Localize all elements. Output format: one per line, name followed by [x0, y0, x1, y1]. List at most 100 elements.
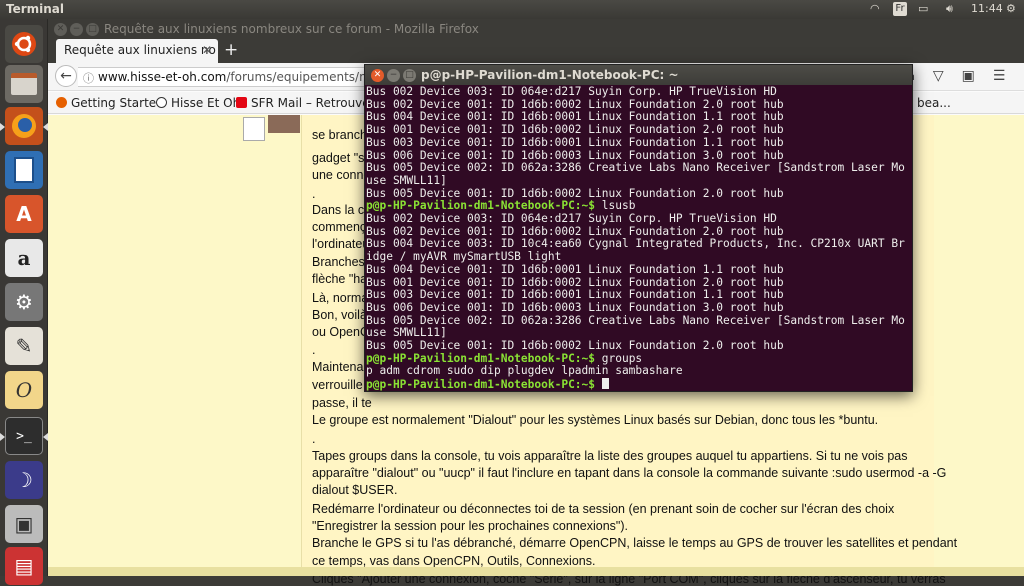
shell-command: lsusb: [595, 199, 636, 213]
shell-prompt: p@p-HP-Pavilion-dm1-Notebook-PC:~$: [366, 351, 596, 365]
terminal-titlebar: ✕ − □ p@p-HP-Pavilion-dm1-Notebook-PC: ~: [365, 65, 912, 85]
maximize-icon[interactable]: □: [86, 23, 99, 36]
output-text: Bus 006 Device 001: ID 1d6b:0003 Linux F…: [366, 148, 784, 162]
post-text-line: Le groupe est normalement "Dialout" pour…: [312, 413, 879, 427]
output-text: Bus 002 Device 001: ID 1d6b:0002 Linux F…: [366, 224, 784, 238]
files-icon[interactable]: [5, 65, 43, 103]
terminal-output[interactable]: Bus 002 Device 003: ID 064e:d217 Suyin C…: [366, 86, 912, 391]
toolbar-icons: ⌂▽▣☰: [906, 68, 1023, 84]
post-text-line: ou OpenC: [312, 325, 369, 339]
post-text-line: passe, il te: [312, 396, 372, 410]
screenshot-icon[interactable]: ▣: [5, 505, 43, 543]
shell-command: [595, 378, 602, 391]
libreoffice-draw-icon[interactable]: O: [5, 371, 43, 409]
night-sky-icon[interactable]: ☽: [5, 461, 43, 499]
post-text-line: Tapes groups dans la console, tu vois ap…: [312, 449, 908, 463]
volume-icon[interactable]: 🔊︎: [946, 2, 953, 16]
minimize-icon[interactable]: −: [70, 23, 83, 36]
output-text: Bus 003 Device 001: ID 1d6b:0001 Linux F…: [366, 288, 784, 302]
post-text-line: Bon, voilà: [312, 308, 367, 322]
bookmark-item[interactable]: Hisse Et Oh: [156, 96, 240, 110]
output-text: use SMWLL11]: [366, 173, 447, 187]
post-text-line: .: [312, 432, 316, 446]
output-text: Bus 003 Device 001: ID 1d6b:0001 Linux F…: [366, 135, 784, 149]
output-text: Bus 002 Device 001: ID 1d6b:0002 Linux F…: [366, 97, 784, 111]
bookmark-item[interactable]: Getting Started: [56, 96, 164, 110]
site-info-icon[interactable]: ⓘ: [83, 70, 94, 86]
pocket-icon[interactable]: ▽: [933, 68, 962, 84]
hisse-et-oh-favicon-icon: [156, 97, 167, 108]
terminal-title: p@p-HP-Pavilion-dm1-Notebook-PC: ~: [421, 68, 679, 82]
libreoffice-writer-icon[interactable]: [5, 151, 43, 189]
tab-strip: Requête aux linuxiens no ✕ +: [48, 39, 1024, 63]
post-text-line: .: [312, 187, 316, 201]
post-text-line: Branche le GPS si tu l'as débranché, dém…: [312, 536, 958, 550]
toolbox-icon[interactable]: ▤: [5, 547, 43, 585]
battery-icon[interactable]: ▭: [918, 2, 928, 15]
club-badge-icon: [243, 117, 265, 141]
output-text: Bus 004 Device 001: ID 1d6b:0001 Linux F…: [366, 262, 784, 276]
output-text: Bus 002 Device 003: ID 064e:d217 Suyin C…: [366, 86, 777, 98]
terminal-window[interactable]: ✕ − □ p@p-HP-Pavilion-dm1-Notebook-PC: ~…: [364, 64, 913, 392]
menu-icon[interactable]: ☰: [993, 68, 1024, 84]
amazon-icon[interactable]: a: [5, 239, 43, 277]
post-text-line: dialout $USER.: [312, 483, 398, 497]
output-text: Bus 005 Device 002: ID 062a:3286 Creativ…: [366, 313, 905, 327]
top-panel: Terminal ◠ Fr ▭ 🔊︎ 11:44 ⚙: [0, 0, 1024, 19]
post-text-line: Maintenan: [312, 360, 371, 374]
tab-active[interactable]: Requête aux linuxiens no ✕: [56, 39, 218, 63]
shell-prompt: p@p-HP-Pavilion-dm1-Notebook-PC:~$: [366, 199, 596, 213]
close-icon[interactable]: ✕: [54, 23, 67, 36]
sfr-favicon-icon: [236, 97, 247, 108]
post-text-line: "Enregistrer la session pour les prochai…: [312, 519, 628, 533]
keyboard-layout-indicator[interactable]: Fr: [893, 2, 907, 16]
post-text-line: Redémarre l'ordinateur ou déconnectes to…: [312, 502, 895, 516]
output-text: Bus 005 Device 002: ID 062a:3286 Creativ…: [366, 161, 905, 175]
post-text-line: Branches l: [312, 255, 372, 269]
window-title: Requête aux linuxiens nombreux sur ce fo…: [104, 22, 479, 36]
output-text: p adm cdrom sudo dip plugdev lpadmin sam…: [366, 364, 683, 378]
url-bar[interactable]: ⓘ www.hisse-et-oh.com/forums/equipements…: [78, 67, 378, 87]
shell-command: groups: [595, 351, 643, 365]
bookmark-item[interactable]: bea...: [917, 96, 951, 110]
clock[interactable]: 11:44: [971, 2, 1003, 15]
terminal-prompt-line: p@p-HP-Pavilion-dm1-Notebook-PC:~$: [366, 378, 609, 391]
tab-title: Requête aux linuxiens no: [64, 43, 216, 57]
terminal-icon[interactable]: >_: [5, 417, 43, 455]
software-center-icon[interactable]: A: [5, 195, 43, 233]
system-settings-icon[interactable]: ⚙: [5, 283, 43, 321]
ubuntu-dash-icon[interactable]: [5, 25, 43, 63]
post-text-line: une conne: [312, 168, 371, 182]
wifi-icon[interactable]: ◠: [870, 2, 880, 15]
page-left-margin: [48, 115, 248, 576]
terminal-output-line: p adm cdrom sudo dip plugdev lpadmin sam…: [366, 365, 683, 378]
post-text-line: apparaître "dialout" ou "uucp" il faut l…: [312, 466, 947, 480]
post-text-line: verrouille t: [312, 378, 370, 392]
output-text: Bus 005 Device 001: ID 1d6b:0002 Linux F…: [366, 339, 784, 352]
power-gear-icon[interactable]: ⚙: [1006, 2, 1016, 15]
firefox-icon[interactable]: [5, 107, 43, 145]
minimize-icon[interactable]: −: [387, 69, 400, 82]
post-text-line: Là, normal: [312, 291, 372, 305]
post-text-line: ce temps, vas dans OpenCPN, Outils, Conn…: [312, 554, 596, 568]
output-text: Bus 002 Device 003: ID 064e:d217 Suyin C…: [366, 212, 777, 225]
output-text: Bus 001 Device 001: ID 1d6b:0002 Linux F…: [366, 275, 784, 289]
active-app-title: Terminal: [6, 2, 65, 16]
share-icon[interactable]: ▣: [962, 68, 993, 84]
maximize-icon[interactable]: □: [403, 69, 416, 82]
shell-prompt: p@p-HP-Pavilion-dm1-Notebook-PC:~$: [366, 378, 596, 391]
tab-close-icon[interactable]: ✕: [202, 43, 212, 57]
url-path: /forums/equipements/messag: [226, 70, 377, 84]
firefox-titlebar: ✕ − □ Requête aux linuxiens nombreux sur…: [48, 19, 1024, 39]
output-text: Bus 004 Device 003: ID 10c4:ea60 Cygnal …: [366, 237, 905, 251]
firefox-favicon-icon: [56, 97, 67, 108]
close-icon[interactable]: ✕: [371, 69, 384, 82]
back-arrow-icon[interactable]: ←: [55, 65, 77, 87]
new-tab-icon[interactable]: +: [224, 40, 238, 60]
output-text: Bus 006 Device 001: ID 1d6b:0003 Linux F…: [366, 300, 784, 314]
terminal-cursor: [601, 378, 609, 390]
url-domain: www.hisse-et-oh.com: [98, 70, 227, 84]
unity-launcher: A a ⚙ ✎ O >_ ☽ ▣ ▤: [0, 19, 48, 585]
avatar[interactable]: [243, 115, 303, 159]
text-editor-icon[interactable]: ✎: [5, 327, 43, 365]
